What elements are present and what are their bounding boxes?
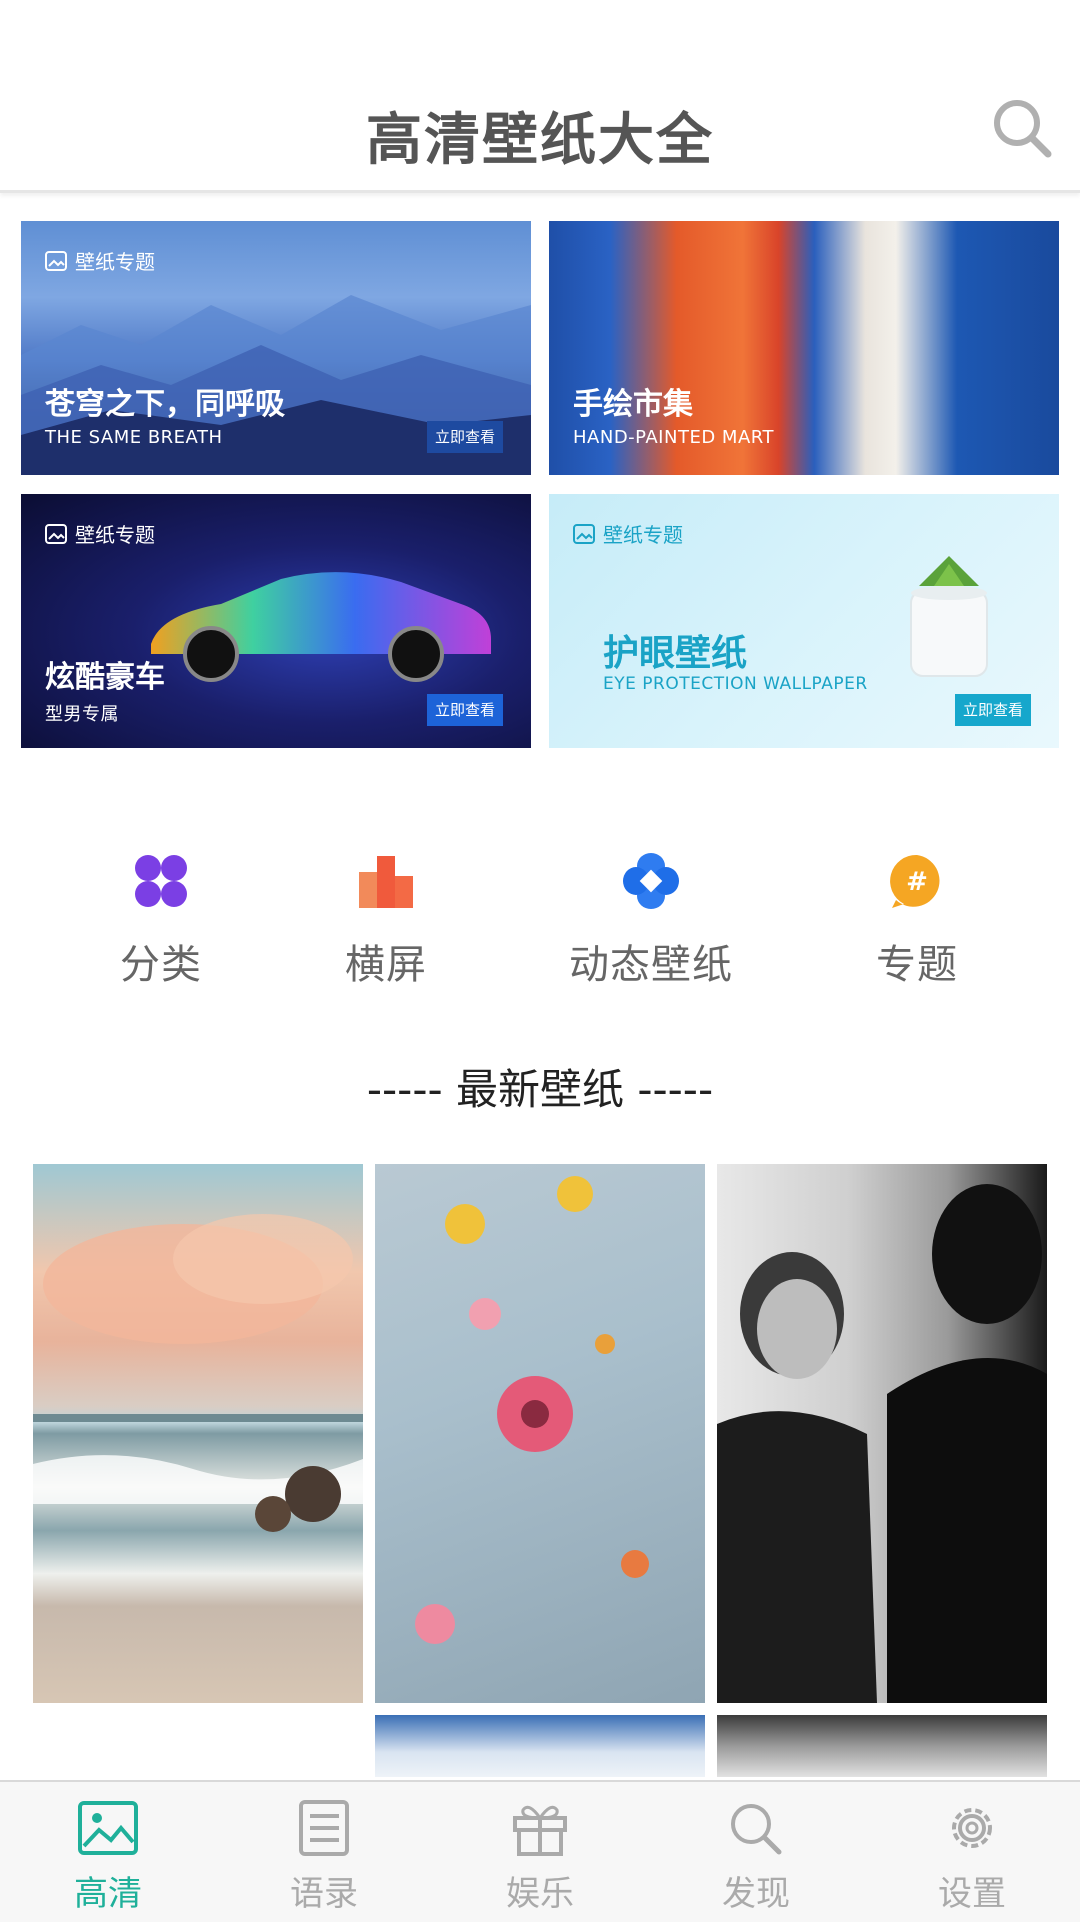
view-now-button[interactable]: 立即查看 bbox=[427, 421, 503, 453]
search-icon[interactable] bbox=[990, 96, 1054, 160]
nav-item-entertainment[interactable]: 娱乐 bbox=[450, 1800, 630, 1915]
category-label: 横屏 bbox=[345, 942, 427, 988]
view-now-button[interactable]: 立即查看 bbox=[427, 694, 503, 726]
picture-tag-icon bbox=[573, 523, 595, 544]
flowers-image bbox=[415, 1176, 649, 1644]
search-icon bbox=[731, 1804, 782, 1855]
banner-hand-painted[interactable]: 手绘市集 HAND-PAINTED MART bbox=[549, 221, 1059, 475]
banner-tag-label: 壁纸专题 bbox=[75, 523, 155, 547]
category-topics[interactable]: # 专题 bbox=[797, 852, 1037, 990]
banner-title: 手绘市集 bbox=[573, 387, 693, 422]
nav-label: 语录 bbox=[290, 1874, 358, 1914]
wallpaper-thumb-portrait[interactable] bbox=[717, 1164, 1047, 1703]
banner-subtitle: EYE PROTECTION WALLPAPER bbox=[603, 674, 868, 694]
beach-image bbox=[33, 1214, 363, 1532]
nav-item-hd[interactable]: 高清 bbox=[18, 1800, 198, 1915]
category-landscape[interactable]: 横屏 bbox=[266, 852, 506, 990]
banner-tag: 壁纸专题 bbox=[45, 246, 155, 275]
category-live-wallpaper[interactable]: 动态壁纸 bbox=[531, 852, 771, 990]
banner-same-breath[interactable]: 壁纸专题 苍穹之下，同呼吸 THE SAME BREATH 立即查看 bbox=[21, 221, 531, 475]
banner-tag-label: 壁纸专题 bbox=[603, 523, 683, 547]
banner-tag-label: 壁纸专题 bbox=[75, 250, 155, 274]
banner-subtitle: HAND-PAINTED MART bbox=[573, 427, 774, 448]
category-label: 动态壁纸 bbox=[569, 942, 733, 988]
bottom-nav: 高清 语录 娱乐 发现 设置 bbox=[0, 1780, 1080, 1922]
banner-tag: 壁纸专题 bbox=[45, 519, 155, 548]
banner-title: 护眼壁纸 bbox=[603, 633, 748, 674]
picture-tag-icon bbox=[45, 250, 67, 271]
nav-item-discover[interactable]: 发现 bbox=[666, 1800, 846, 1915]
latest-wallpapers-heading: ----- 最新壁纸 ----- bbox=[366, 1065, 714, 1114]
category-label: 专题 bbox=[876, 942, 958, 988]
list-doc-icon bbox=[299, 1800, 349, 1856]
bar-blocks-icon bbox=[359, 856, 413, 908]
banner-tag: 壁纸专题 bbox=[573, 519, 683, 548]
wallpaper-thumb-sky[interactable] bbox=[375, 1715, 705, 1777]
portrait-image bbox=[717, 1184, 1047, 1703]
banner-subtitle: 型男专属 bbox=[45, 704, 119, 725]
banner-title: 苍穹之下，同呼吸 bbox=[45, 387, 285, 422]
picture-tag-icon bbox=[45, 523, 67, 544]
sports-car-image bbox=[151, 572, 491, 682]
gear-icon bbox=[952, 1808, 992, 1848]
nav-label: 高清 bbox=[74, 1874, 142, 1914]
banner-eye-protection[interactable]: 壁纸专题 护眼壁纸 EYE PROTECTION WALLPAPER 立即查看 bbox=[549, 494, 1059, 748]
banner-subtitle: THE SAME BREATH bbox=[45, 427, 223, 448]
blue-flower-icon bbox=[623, 853, 679, 909]
wallpaper-thumb-snow[interactable] bbox=[717, 1715, 1047, 1777]
category-classify[interactable]: 分类 bbox=[41, 852, 281, 990]
nav-label: 娱乐 bbox=[506, 1874, 574, 1914]
banner-cool-cars[interactable]: 壁纸专题 炫酷豪车 型男专属 立即查看 bbox=[21, 494, 531, 748]
potted-plant-image bbox=[910, 556, 988, 677]
wallpaper-thumb-flowers[interactable] bbox=[375, 1164, 705, 1703]
nav-item-quotes[interactable]: 语录 bbox=[234, 1800, 414, 1915]
wallpaper-thumb-beach[interactable] bbox=[33, 1164, 363, 1703]
image-icon bbox=[78, 1801, 138, 1855]
category-label: 分类 bbox=[120, 942, 202, 988]
page-title: 高清壁纸大全 bbox=[366, 108, 714, 173]
nav-label: 发现 bbox=[722, 1874, 790, 1914]
banner-title: 炫酷豪车 bbox=[45, 660, 165, 695]
app-header: 高清壁纸大全 bbox=[0, 0, 1080, 193]
four-petal-icon bbox=[135, 855, 187, 907]
nav-label: 设置 bbox=[938, 1874, 1006, 1914]
hash-badge-icon: # bbox=[890, 854, 940, 908]
nav-item-settings[interactable]: 设置 bbox=[882, 1800, 1062, 1915]
gift-icon bbox=[513, 1805, 567, 1856]
svg-text:#: # bbox=[906, 867, 928, 897]
view-now-button[interactable]: 立即查看 bbox=[955, 694, 1031, 726]
